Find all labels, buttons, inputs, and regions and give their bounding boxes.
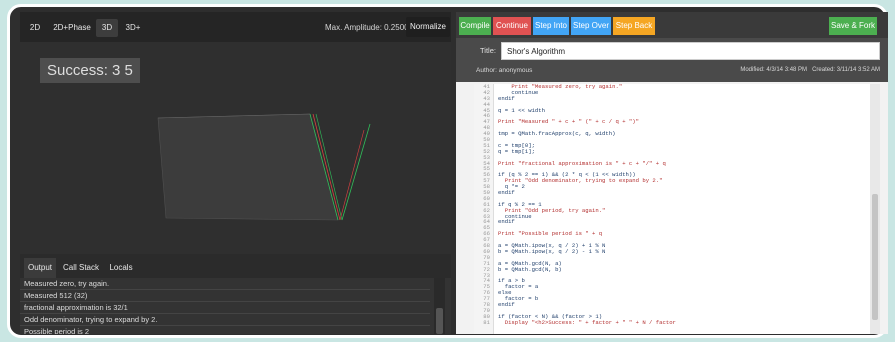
line-number: 81: [483, 318, 490, 326]
tab-output[interactable]: Output: [24, 258, 56, 278]
author-text: Author: anonymous: [476, 67, 533, 74]
editor-scrollbar[interactable]: [870, 84, 880, 334]
editor-panel: Compile Continue Step Into Step Over Ste…: [456, 12, 888, 334]
title-input[interactable]: Shor's Algorithm: [501, 42, 880, 60]
tab-2d-phase[interactable]: 2D+Phase: [50, 19, 94, 37]
surface-floor: [157, 113, 339, 221]
code-line[interactable]: 81 Display "<h2>Success: " + factor + " …: [474, 318, 870, 326]
surface-wall-green: [341, 123, 371, 221]
compile-button[interactable]: Compile: [459, 17, 491, 35]
timestamps: Modified: 4/3/14 3:48 PM Created: 3/11/1…: [740, 67, 880, 73]
output-line: Measured zero, try again.: [20, 278, 430, 290]
success-overlay: Success: 3 5: [40, 58, 140, 83]
tab-3d[interactable]: 3D: [96, 19, 118, 37]
modified-text: Modified: 4/3/14 3:48 PM: [740, 67, 808, 73]
debug-toolbar: Compile Continue Step Into Step Over Ste…: [456, 12, 888, 38]
editor-scroll-thumb[interactable]: [872, 194, 878, 320]
continue-button[interactable]: Continue: [493, 17, 531, 35]
tab-locals[interactable]: Locals: [106, 258, 136, 278]
output-scrollbar[interactable]: [434, 278, 445, 334]
output-line: fractional approximation is 32/1: [20, 302, 430, 314]
code-text: Display "<h2>Success: " + factor + " " +…: [498, 318, 676, 326]
program-header: Title: Shor's Algorithm Author: anonymou…: [456, 38, 888, 82]
title-label: Title:: [480, 46, 496, 55]
tab-3d-plus[interactable]: 3D+: [121, 19, 145, 37]
output-line: Possible period is 2: [20, 326, 430, 334]
surface-wall-red: [339, 129, 365, 221]
output-line: Measured 512 (32): [20, 290, 430, 302]
normalize-button[interactable]: Normalize: [406, 17, 450, 37]
step-over-button[interactable]: Step Over: [571, 17, 611, 35]
output-line: Odd denominator, trying to expand by 2.: [20, 314, 430, 326]
step-back-button[interactable]: Step Back: [613, 17, 655, 35]
output-tabs: Output Call Stack Locals: [20, 256, 451, 278]
visualization-tabs: 2D 2D+Phase 3D 3D+ Max. Amplitude: 0.250…: [20, 12, 451, 42]
output-console: Measured zero, try again. Measured 512 (…: [20, 278, 451, 334]
code-lines[interactable]: 41 Print "Measured zero, try again." 42 c…: [474, 84, 870, 326]
max-amplitude-readout: Max. Amplitude: 0.250000: [325, 23, 418, 32]
created-text: Created: 3/11/14 3:52 AM: [812, 67, 880, 73]
visualization-panel: 2D 2D+Phase 3D 3D+ Max. Amplitude: 0.250…: [20, 12, 451, 334]
tab-2d[interactable]: 2D: [24, 19, 46, 37]
step-into-button[interactable]: Step Into: [533, 17, 569, 35]
tab-call-stack[interactable]: Call Stack: [60, 258, 102, 278]
save-fork-button[interactable]: Save & Fork: [829, 17, 877, 35]
output-scroll-thumb[interactable]: [436, 308, 443, 334]
code-editor[interactable]: 41 Print "Measured zero, try again." 42 c…: [474, 84, 880, 334]
